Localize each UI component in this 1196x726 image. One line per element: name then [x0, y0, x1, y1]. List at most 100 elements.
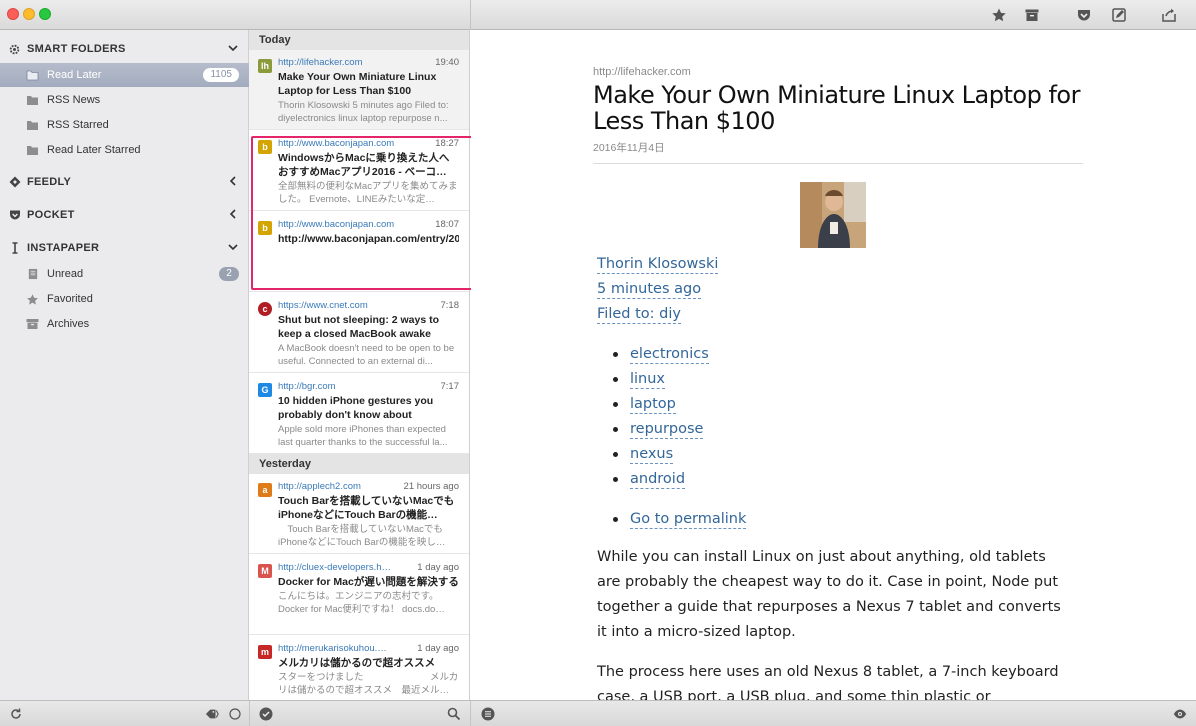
list-menu-icon	[481, 707, 495, 721]
list-item[interactable]: G http://bgr.com 7:17 10 hidden iPhone g…	[249, 374, 469, 454]
edit-button[interactable]	[1107, 4, 1131, 26]
sidebar-item-archives[interactable]: Archives	[0, 312, 249, 336]
tags-button[interactable]	[204, 706, 220, 722]
list-item[interactable]: b http://www.baconjapan.com 18:27 Window…	[249, 131, 469, 211]
entry-snippet: Apple sold more iPhones than expected la…	[278, 424, 448, 448]
entry-time: 1 day ago	[417, 643, 459, 654]
sidebar-item-label: RSS Starred	[47, 119, 109, 131]
favicon-icon: b	[258, 221, 272, 235]
list-item[interactable]: b http://www.baconjapan.com 18:07 http:/…	[249, 212, 469, 292]
archive-button[interactable]	[1020, 4, 1044, 26]
count-badge: 2	[219, 267, 239, 281]
tag-link[interactable]: android	[630, 470, 686, 489]
tag-link[interactable]: linux	[630, 370, 666, 389]
minimize-window-button[interactable]	[23, 8, 35, 20]
sidebar-item-rss-news[interactable]: RSS News	[0, 88, 249, 112]
filter-circle-button[interactable]	[227, 706, 243, 722]
share-icon	[1162, 8, 1176, 22]
tag-link[interactable]: electronics	[630, 345, 709, 364]
sidebar-item-read-later-starred[interactable]: Read Later Starred	[0, 138, 249, 162]
sidebar-item-unread[interactable]: Unread 2	[0, 262, 249, 286]
folder-icon	[26, 69, 39, 81]
entry-title: メルカリは儲かるので超オススメ	[278, 657, 436, 669]
list-item[interactable]: lh http://lifehacker.com 19:40 Make Your…	[249, 50, 469, 130]
tag-icon	[205, 709, 219, 719]
pocket-button[interactable]	[1072, 4, 1096, 26]
eye-icon	[1173, 709, 1187, 719]
entry-time: 21 hours ago	[403, 481, 459, 492]
favicon-icon: m	[258, 645, 272, 659]
tag-link[interactable]: nexus	[630, 445, 674, 464]
article-paragraph: The process here uses an old Nexus 8 tab…	[597, 664, 1059, 700]
time-link[interactable]: 5 minutes ago	[597, 280, 702, 299]
share-button[interactable]	[1157, 4, 1181, 26]
zoom-window-button[interactable]	[39, 8, 51, 20]
sidebar-item-label: Read Later Starred	[47, 144, 141, 156]
entry-title: http://www.baconjapan.com/entry/2016/11/…	[278, 233, 459, 245]
list-item[interactable]: M http://cluex-developers.h… 1 day ago D…	[249, 555, 469, 635]
section-smart-folders[interactable]: SMART FOLDERS	[0, 37, 249, 61]
tag-link[interactable]: repurpose	[630, 420, 704, 439]
section-label: FEEDLY	[27, 176, 72, 188]
entry-url: http://cluex-developers.h…	[278, 562, 392, 573]
bullet	[613, 352, 618, 357]
bullet	[613, 517, 618, 522]
star-button[interactable]	[987, 4, 1011, 26]
star-icon	[26, 293, 39, 305]
titlebar-divider	[470, 0, 471, 30]
section-pocket[interactable]: POCKET	[0, 203, 249, 227]
feedly-icon	[9, 176, 21, 188]
sidebar-item-read-later[interactable]: Read Later 1105	[0, 63, 249, 87]
checkmark-circle-icon	[259, 707, 273, 721]
sidebar-item-favorited[interactable]: Favorited	[0, 287, 249, 311]
article-paragraph: While you can install Linux on just abou…	[597, 549, 1061, 640]
author-link[interactable]: Thorin Klosowski	[597, 255, 719, 274]
list-item[interactable]: m http://merukarisokuhou.… 1 day ago メルカ…	[249, 636, 469, 700]
article-title: Make Your Own Miniature Linux Laptop for…	[593, 81, 1080, 135]
section-label: INSTAPAPER	[27, 242, 100, 254]
list-item[interactable]: c https://www.cnet.com 7:18 Shut but not…	[249, 293, 469, 373]
sidebar-item-label: Archives	[47, 318, 90, 330]
list-item[interactable]: a http://applech2.com 21 hours ago Touch…	[249, 474, 469, 554]
favicon-icon: G	[258, 383, 272, 397]
entry-title: Touch Barを搭載していないMacでもiPhoneなどにTouch Bar…	[278, 495, 455, 521]
section-label: SMART FOLDERS	[27, 43, 126, 55]
entry-title: Make Your Own Miniature Linux Laptop for…	[278, 71, 437, 97]
search-button[interactable]	[446, 706, 462, 722]
tag-link[interactable]: laptop	[630, 395, 676, 414]
refresh-button[interactable]	[8, 706, 24, 722]
entry-time: 7:18	[440, 300, 460, 311]
reader-menu-button[interactable]	[480, 706, 496, 722]
count-badge: 1105	[203, 68, 239, 82]
chevron-down-icon[interactable]	[227, 42, 239, 54]
archive-icon	[1025, 9, 1039, 21]
close-window-button[interactable]	[7, 8, 19, 20]
entry-snippet: Touch Barを搭載していないMacでもiPhoneなどにTouch Bar…	[278, 524, 446, 548]
chevron-left-icon[interactable]	[227, 175, 239, 187]
chevron-down-icon[interactable]	[227, 241, 239, 253]
entry-title: 10 hidden iPhone gestures you probably d…	[278, 395, 434, 421]
mark-read-button[interactable]	[258, 706, 274, 722]
favicon-icon: M	[258, 564, 272, 578]
list-header-today: Today	[249, 30, 469, 50]
article-date: 2016年11月4日	[593, 142, 665, 154]
section-instapaper[interactable]: INSTAPAPER	[0, 236, 249, 260]
section-label: POCKET	[27, 209, 75, 221]
pocket-icon	[9, 209, 21, 221]
favicon-icon: lh	[258, 59, 272, 73]
view-button[interactable]	[1172, 706, 1188, 722]
bottombar-divider	[470, 701, 471, 726]
sidebar-item-rss-starred[interactable]: RSS Starred	[0, 113, 249, 137]
filed-to-link[interactable]: Filed to: diy	[597, 305, 681, 324]
app-window: SMART FOLDERS Read Later 1105 RSS News R…	[0, 0, 1196, 726]
permalink-link[interactable]: Go to permalink	[630, 510, 747, 529]
divider	[593, 163, 1083, 164]
entry-time: 18:27	[435, 138, 459, 149]
sidebar-item-label: Read Later	[47, 69, 102, 81]
section-feedly[interactable]: FEEDLY	[0, 170, 249, 194]
chevron-left-icon[interactable]	[227, 208, 239, 220]
entry-url: http://lifehacker.com	[278, 57, 363, 68]
article-source-url[interactable]: http://lifehacker.com	[593, 66, 691, 78]
refresh-icon	[11, 708, 21, 719]
entry-snippet: 全部無料の便利なMacアプリを集めてみました。 Evernote、LINEみたい…	[278, 181, 458, 205]
